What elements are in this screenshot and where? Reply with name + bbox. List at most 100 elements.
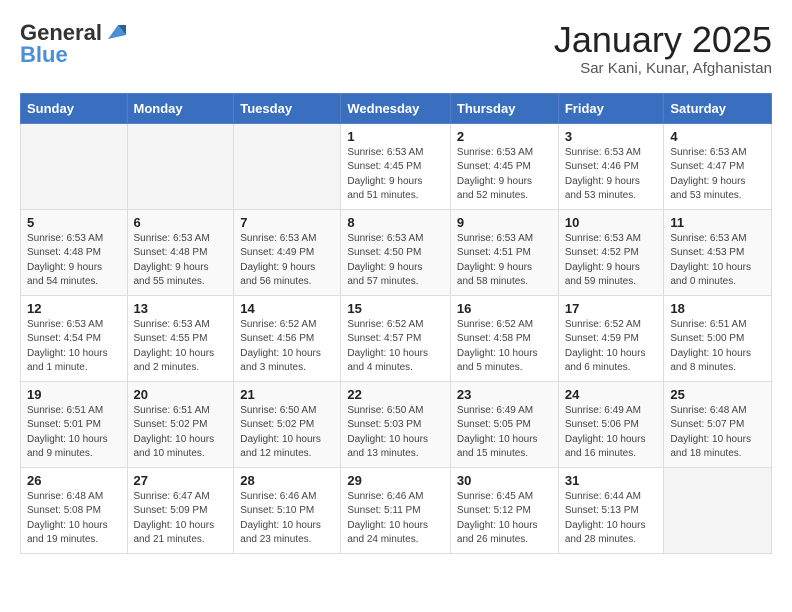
day-number: 7 — [240, 215, 334, 230]
day-info: Sunrise: 6:53 AM Sunset: 4:49 PM Dayligh… — [240, 232, 334, 290]
calendar-cell: 10 Sunrise: 6:53 AM Sunset: 4:52 PM Dayli… — [558, 209, 664, 295]
day-info: Sunrise: 6:53 AM Sunset: 4:52 PM Dayligh… — [565, 232, 658, 290]
day-info: Sunrise: 6:53 AM Sunset: 4:54 PM Dayligh… — [27, 318, 121, 376]
day-info: Sunrise: 6:52 AM Sunset: 4:58 PM Dayligh… — [457, 318, 552, 376]
day-number: 9 — [457, 215, 552, 230]
day-number: 13 — [134, 301, 228, 316]
calendar-cell: 20 Sunrise: 6:51 AM Sunset: 5:02 PM Dayli… — [127, 381, 234, 467]
column-header-saturday: Saturday — [664, 93, 772, 123]
day-info: Sunrise: 6:52 AM Sunset: 4:59 PM Dayligh… — [565, 318, 658, 376]
calendar-cell: 6Sunrise: 6:53 AM Sunset: 4:48 PM Daylig… — [127, 209, 234, 295]
column-header-wednesday: Wednesday — [341, 93, 451, 123]
day-number: 21 — [240, 387, 334, 402]
day-info: Sunrise: 6:53 AM Sunset: 4:45 PM Dayligh… — [347, 146, 444, 204]
day-number: 22 — [347, 387, 444, 402]
day-number: 19 — [27, 387, 121, 402]
day-number: 24 — [565, 387, 658, 402]
column-header-sunday: Sunday — [21, 93, 128, 123]
day-info: Sunrise: 6:53 AM Sunset: 4:55 PM Dayligh… — [134, 318, 228, 376]
day-info: Sunrise: 6:46 AM Sunset: 5:10 PM Dayligh… — [240, 490, 334, 548]
day-info: Sunrise: 6:49 AM Sunset: 5:06 PM Dayligh… — [565, 404, 658, 462]
calendar-cell: 4Sunrise: 6:53 AM Sunset: 4:47 PM Daylig… — [664, 123, 772, 209]
calendar-cell: 11Sunrise: 6:53 AM Sunset: 4:53 PM Dayli… — [664, 209, 772, 295]
calendar-cell: 25 Sunrise: 6:48 AM Sunset: 5:07 PM Dayli… — [664, 381, 772, 467]
calendar-week-1: 1Sunrise: 6:53 AM Sunset: 4:45 PM Daylig… — [21, 123, 772, 209]
day-number: 5 — [27, 215, 121, 230]
calendar-cell: 17Sunrise: 6:52 AM Sunset: 4:59 PM Dayli… — [558, 295, 664, 381]
day-info: Sunrise: 6:53 AM Sunset: 4:50 PM Dayligh… — [347, 232, 444, 290]
calendar-table: SundayMondayTuesdayWednesdayThursdayFrid… — [20, 93, 772, 554]
logo: General Blue — [20, 20, 126, 68]
calendar-cell: 28 Sunrise: 6:46 AM Sunset: 5:10 PM Dayli… — [234, 467, 341, 553]
day-info: Sunrise: 6:52 AM Sunset: 4:56 PM Dayligh… — [240, 318, 334, 376]
day-info: Sunrise: 6:46 AM Sunset: 5:11 PM Dayligh… — [347, 490, 444, 548]
calendar-week-5: 26 Sunrise: 6:48 AM Sunset: 5:08 PM Dayli… — [21, 467, 772, 553]
calendar-cell: 12 Sunrise: 6:53 AM Sunset: 4:54 PM Dayli… — [21, 295, 128, 381]
calendar-cell: 16 Sunrise: 6:52 AM Sunset: 4:58 PM Dayli… — [450, 295, 558, 381]
day-number: 16 — [457, 301, 552, 316]
calendar-cell: 1Sunrise: 6:53 AM Sunset: 4:45 PM Daylig… — [341, 123, 451, 209]
day-number: 14 — [240, 301, 334, 316]
day-info: Sunrise: 6:49 AM Sunset: 5:05 PM Dayligh… — [457, 404, 552, 462]
logo-blue-text: Blue — [20, 42, 68, 68]
calendar-cell: 2 Sunrise: 6:53 AM Sunset: 4:45 PM Daylig… — [450, 123, 558, 209]
day-info: Sunrise: 6:53 AM Sunset: 4:47 PM Dayligh… — [670, 146, 765, 204]
day-info: Sunrise: 6:50 AM Sunset: 5:03 PM Dayligh… — [347, 404, 444, 462]
month-title: January 2025 — [554, 20, 772, 60]
day-info: Sunrise: 6:50 AM Sunset: 5:02 PM Dayligh… — [240, 404, 334, 462]
day-number: 11 — [670, 215, 765, 230]
day-number: 27 — [134, 473, 228, 488]
calendar-cell: 7 Sunrise: 6:53 AM Sunset: 4:49 PM Daylig… — [234, 209, 341, 295]
day-info: Sunrise: 6:53 AM Sunset: 4:48 PM Dayligh… — [27, 232, 121, 290]
calendar-cell: 8 Sunrise: 6:53 AM Sunset: 4:50 PM Daylig… — [341, 209, 451, 295]
day-number: 12 — [27, 301, 121, 316]
calendar-cell: 15Sunrise: 6:52 AM Sunset: 4:57 PM Dayli… — [341, 295, 451, 381]
calendar-cell: 18Sunrise: 6:51 AM Sunset: 5:00 PM Dayli… — [664, 295, 772, 381]
calendar-cell: 19 Sunrise: 6:51 AM Sunset: 5:01 PM Dayli… — [21, 381, 128, 467]
day-number: 30 — [457, 473, 552, 488]
page-header: General Blue January 2025 Sar Kani, Kuna… — [20, 20, 772, 77]
calendar-cell: 3 Sunrise: 6:53 AM Sunset: 4:46 PM Daylig… — [558, 123, 664, 209]
column-header-tuesday: Tuesday — [234, 93, 341, 123]
day-info: Sunrise: 6:51 AM Sunset: 5:01 PM Dayligh… — [27, 404, 121, 462]
column-header-friday: Friday — [558, 93, 664, 123]
day-number: 2 — [457, 129, 552, 144]
day-info: Sunrise: 6:53 AM Sunset: 4:48 PM Dayligh… — [134, 232, 228, 290]
calendar-cell: 31 Sunrise: 6:44 AM Sunset: 5:13 PM Dayli… — [558, 467, 664, 553]
day-info: Sunrise: 6:48 AM Sunset: 5:07 PM Dayligh… — [670, 404, 765, 462]
day-info: Sunrise: 6:53 AM Sunset: 4:45 PM Dayligh… — [457, 146, 552, 204]
day-number: 25 — [670, 387, 765, 402]
calendar-week-3: 12 Sunrise: 6:53 AM Sunset: 4:54 PM Dayli… — [21, 295, 772, 381]
calendar-week-4: 19 Sunrise: 6:51 AM Sunset: 5:01 PM Dayli… — [21, 381, 772, 467]
day-number: 31 — [565, 473, 658, 488]
calendar-cell: 24 Sunrise: 6:49 AM Sunset: 5:06 PM Dayli… — [558, 381, 664, 467]
day-info: Sunrise: 6:47 AM Sunset: 5:09 PM Dayligh… — [134, 490, 228, 548]
calendar-header-row: SundayMondayTuesdayWednesdayThursdayFrid… — [21, 93, 772, 123]
day-number: 15 — [347, 301, 444, 316]
day-info: Sunrise: 6:44 AM Sunset: 5:13 PM Dayligh… — [565, 490, 658, 548]
calendar-cell: 30Sunrise: 6:45 AM Sunset: 5:12 PM Dayli… — [450, 467, 558, 553]
column-header-thursday: Thursday — [450, 93, 558, 123]
calendar-cell: 14 Sunrise: 6:52 AM Sunset: 4:56 PM Dayli… — [234, 295, 341, 381]
day-number: 8 — [347, 215, 444, 230]
day-info: Sunrise: 6:51 AM Sunset: 5:00 PM Dayligh… — [670, 318, 765, 376]
day-number: 26 — [27, 473, 121, 488]
day-info: Sunrise: 6:53 AM Sunset: 4:46 PM Dayligh… — [565, 146, 658, 204]
day-info: Sunrise: 6:48 AM Sunset: 5:08 PM Dayligh… — [27, 490, 121, 548]
calendar-cell: 13 Sunrise: 6:53 AM Sunset: 4:55 PM Dayli… — [127, 295, 234, 381]
day-number: 3 — [565, 129, 658, 144]
calendar-cell: 9 Sunrise: 6:53 AM Sunset: 4:51 PM Daylig… — [450, 209, 558, 295]
day-number: 20 — [134, 387, 228, 402]
calendar-cell — [664, 467, 772, 553]
day-info: Sunrise: 6:53 AM Sunset: 4:51 PM Dayligh… — [457, 232, 552, 290]
calendar-cell — [21, 123, 128, 209]
day-number: 28 — [240, 473, 334, 488]
calendar-cell: 21 Sunrise: 6:50 AM Sunset: 5:02 PM Dayli… — [234, 381, 341, 467]
column-header-monday: Monday — [127, 93, 234, 123]
day-number: 10 — [565, 215, 658, 230]
calendar-cell — [127, 123, 234, 209]
location-title: Sar Kani, Kunar, Afghanistan — [554, 60, 772, 77]
calendar-cell: 23Sunrise: 6:49 AM Sunset: 5:05 PM Dayli… — [450, 381, 558, 467]
calendar-cell: 26 Sunrise: 6:48 AM Sunset: 5:08 PM Dayli… — [21, 467, 128, 553]
day-info: Sunrise: 6:51 AM Sunset: 5:02 PM Dayligh… — [134, 404, 228, 462]
